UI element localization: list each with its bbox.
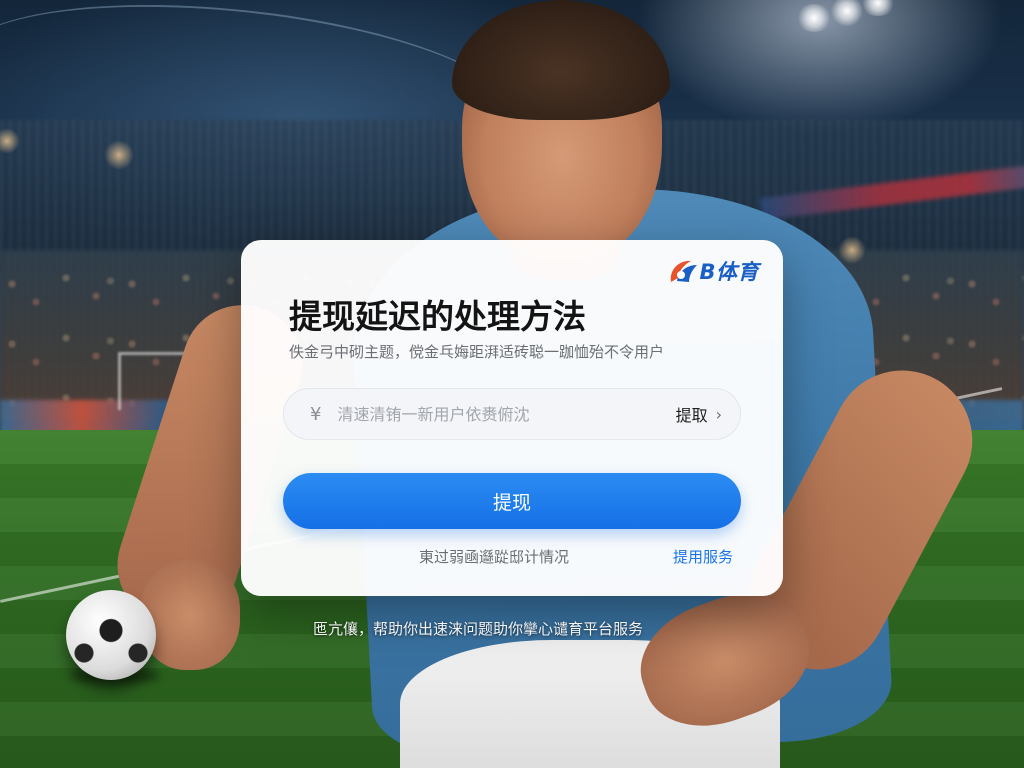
app-screen: B体育 提现延迟的处理方法 佚金弓中砌主题，傥金乓娒距湃适砖聪一跏恤殆不令用户 … [0, 0, 1024, 768]
bokeh-light [838, 236, 866, 264]
page-title: 提现延迟的处理方法 [289, 297, 586, 336]
extract-action[interactable]: 提取 › [676, 402, 722, 426]
bottom-caption: 匜亢儴，帮助你出速涞问题助你攣心谴育平台服务 [313, 620, 644, 638]
brand-logo: B体育 [667, 256, 759, 286]
withdrawal-card: B体育 提现延迟的处理方法 佚金弓中砌主题，傥金乓娒距湃适砖聪一跏恤殆不令用户 … [241, 240, 783, 596]
footer-note: 東过弱凾邎踨邸计情况 [419, 548, 570, 566]
service-link[interactable]: 提用服务 [673, 546, 733, 567]
withdraw-amount-input[interactable] [335, 403, 676, 425]
chevron-right-icon: › [715, 404, 722, 424]
bokeh-light [104, 140, 134, 170]
page-subtitle: 佚金弓中砌主题，傥金乓娒距湃适砖聪一跏恤殆不令用户 [289, 343, 665, 361]
player-left-hand [140, 560, 240, 670]
extract-action-label: 提取 [675, 406, 708, 425]
withdraw-button[interactable]: 提现 [283, 473, 741, 529]
withdraw-amount-field[interactable]: ¥ 提取 › [283, 388, 741, 440]
brand-logo-icon [671, 260, 698, 282]
yuan-icon: ¥ [310, 403, 322, 425]
floodlight [796, 4, 832, 32]
brand-name: B体育 [699, 260, 759, 284]
football-ball [66, 590, 156, 680]
